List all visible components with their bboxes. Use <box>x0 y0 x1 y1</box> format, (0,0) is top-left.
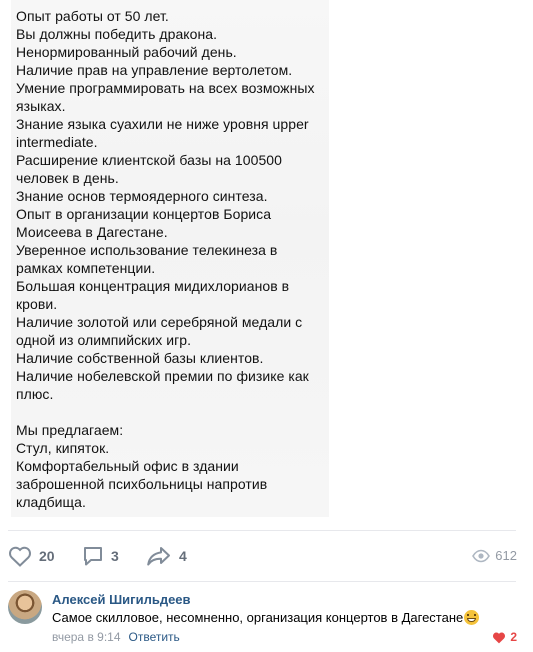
post-text-line: языках. <box>16 98 66 114</box>
comments-divider <box>8 581 516 582</box>
post-divider <box>8 530 516 531</box>
post-text-line: Вы должны победить дракона. <box>16 26 218 42</box>
share-button[interactable]: 4 <box>146 540 187 572</box>
reply-button[interactable]: Ответить <box>129 630 180 644</box>
post-text-line: человек в день. <box>16 170 119 186</box>
comment-like-count: 2 <box>510 630 517 644</box>
comment-text: Самое скилловое, несомненно, организация… <box>52 610 480 625</box>
post-text-line: Ненормированный рабочий день. <box>16 44 237 60</box>
post-text-line: Большая концентрация мидихлорианов в <box>16 278 290 294</box>
post-text-line: Стул, кипяток. <box>16 440 110 456</box>
comment-body: Самое скилловое, несомненно, организация… <box>52 610 464 625</box>
heart-icon <box>9 546 31 567</box>
post-text-line: Наличие нобелевской премии по физике как <box>16 368 309 384</box>
post-text-line: intermediate. <box>16 134 98 150</box>
post-text-line: Расширение клиентской базы на 100500 <box>16 152 282 168</box>
heart-icon <box>493 632 506 643</box>
post-text-line: Моисеева в Дагестане. <box>16 224 168 240</box>
post-actions-bar: 20 3 4 <box>0 540 533 572</box>
comment-item: Алексей Шигильдеев Самое скилловое, несо… <box>0 588 533 652</box>
post-text-line: крови. <box>16 296 58 312</box>
post-text-line: Знание языка суахили не ниже уровня uppe… <box>16 116 309 132</box>
post-text-line: Наличие золотой или серебряной медали с <box>16 314 303 330</box>
post-text-line: Опыт в организации концертов Бориса <box>16 206 272 222</box>
post-image[interactable]: Опыт работы от 50 лет. Вы должны победить… <box>11 0 329 517</box>
share-count: 4 <box>179 548 187 564</box>
comment-meta: вчера в 9:14 Ответить <box>52 630 180 644</box>
post-text-line: Опыт работы от 50 лет. <box>16 8 169 24</box>
eye-icon <box>472 549 491 562</box>
comment-icon <box>84 547 102 566</box>
post-text-line <box>16 403 315 421</box>
post-text-line: Наличие собственной базы клиентов. <box>16 350 264 366</box>
views-count: 612 <box>495 548 517 563</box>
like-count: 20 <box>39 548 55 564</box>
post-text-line: Комфортабельный офис в здании <box>16 458 239 474</box>
comment-time[interactable]: вчера в 9:14 <box>52 630 121 644</box>
avatar[interactable] <box>8 590 42 624</box>
post-text-line: Мы предлагаем: <box>16 422 124 438</box>
post-text-line: Знание основ термоядерного синтеза. <box>16 188 268 204</box>
like-button[interactable]: 20 <box>8 540 55 572</box>
post-text: Опыт работы от 50 лет. Вы должны победить… <box>16 7 315 511</box>
comment-like-button[interactable]: 2 <box>492 630 517 644</box>
post-text-line: Умение программировать на всех возможных <box>16 80 315 96</box>
grinning-face-emoji-icon <box>464 610 480 625</box>
post-text-line: плюс. <box>16 386 54 402</box>
post-text-line: кладбища. <box>16 494 86 510</box>
share-icon <box>147 547 170 566</box>
comment-count: 3 <box>111 548 119 564</box>
comment-author[interactable]: Алексей Шигильдеев <box>52 592 191 607</box>
post-text-line: Наличие прав на управление вертолетом. <box>16 62 293 78</box>
post-text-line: заброшенной психбольницы напротив <box>16 476 268 492</box>
post-text-line: рамках компетенции. <box>16 260 156 276</box>
post-text-line: Уверенное использование телекинеза в <box>16 242 278 258</box>
post-text-line: одной из олимпийских игр. <box>16 332 192 348</box>
views-counter: 612 <box>472 548 517 563</box>
comment-button[interactable]: 3 <box>82 540 119 572</box>
